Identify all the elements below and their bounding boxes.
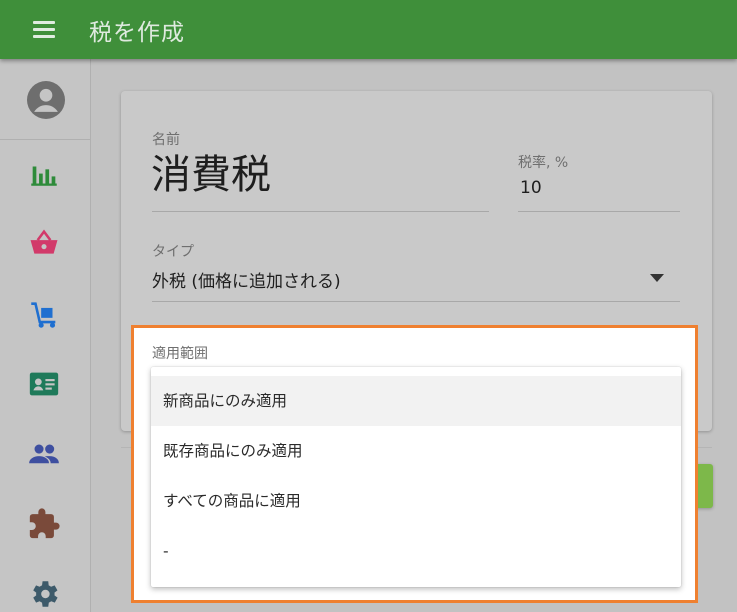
sidebar <box>0 59 91 612</box>
rate-underline <box>518 211 680 212</box>
puzzle-icon <box>29 508 60 539</box>
scope-option-none[interactable]: - <box>151 526 681 576</box>
type-underline <box>152 301 680 302</box>
rate-input[interactable]: 10 <box>520 178 542 198</box>
gear-icon <box>33 581 58 607</box>
name-label: 名前 <box>152 132 180 148</box>
sidebar-item-settings[interactable] <box>27 577 61 611</box>
hand-truck-icon <box>31 302 56 328</box>
sidebar-item-reports[interactable] <box>27 158 61 192</box>
scope-option-new-only[interactable]: 新商品にのみ適用 <box>151 376 681 426</box>
sidebar-item-contacts[interactable] <box>27 367 61 401</box>
page-title: 税を作成 <box>89 20 185 46</box>
scope-option-all[interactable]: すべての商品に適用 <box>151 476 681 526</box>
sidebar-item-apps[interactable] <box>27 507 61 541</box>
scope-option-existing-only[interactable]: 既存商品にのみ適用 <box>151 426 681 476</box>
sidebar-item-customers[interactable] <box>27 437 61 471</box>
basket-icon <box>30 229 58 254</box>
sidebar-item-orders[interactable] <box>27 226 61 260</box>
app-bar: 税を作成 <box>0 0 737 59</box>
sidebar-divider <box>0 139 90 140</box>
scope-dropdown-menu: 新商品にのみ適用 既存商品にのみ適用 すべての商品に適用 - <box>151 367 681 587</box>
sidebar-item-shipping[interactable] <box>27 298 61 332</box>
contact-card-icon <box>29 372 59 396</box>
scope-label: 適用範囲 <box>152 346 208 362</box>
people-icon <box>29 444 59 464</box>
bar-chart-icon <box>31 166 57 186</box>
menu-icon[interactable] <box>33 21 55 38</box>
chevron-down-icon[interactable] <box>649 273 665 283</box>
name-underline <box>152 211 489 212</box>
name-input[interactable]: 消費税 <box>151 149 271 201</box>
rate-label: 税率, % <box>518 155 569 171</box>
account-circle-icon[interactable] <box>27 81 65 119</box>
type-label: タイプ <box>152 244 194 260</box>
type-select[interactable]: 外税 (価格に追加される) <box>152 267 341 292</box>
